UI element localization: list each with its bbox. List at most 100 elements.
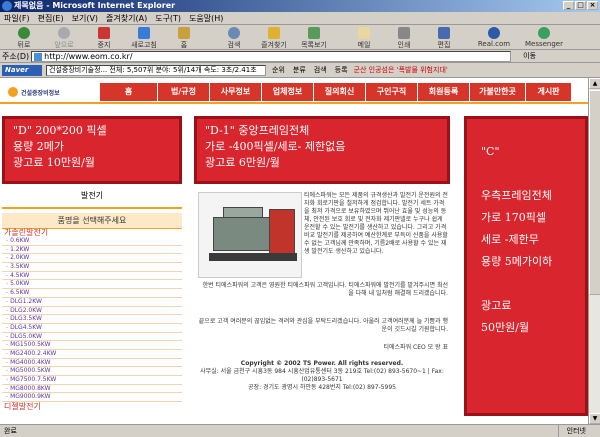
ad-c-line5: 용량 5메가이하 (481, 255, 553, 268)
stop-button[interactable]: 중지 (84, 25, 124, 50)
site-logo[interactable]: 건설중장비정보 (0, 83, 100, 101)
edit-icon (438, 27, 450, 39)
ad-d1-line2: 가로 -400픽셀/세로- 제한없음 (205, 140, 346, 153)
ad-banner-d[interactable]: "D" 200*200 픽셀 용량 2메가 광고료 10만원/월 (2, 116, 182, 184)
list-item[interactable]: - MG8000.8KW (2, 385, 182, 394)
refresh-button[interactable]: 새로고침 (124, 25, 164, 50)
category-parent-diesel[interactable]: 디젤발전기 (2, 402, 182, 411)
nav-home[interactable]: 홈 (100, 83, 158, 101)
list-item-label: 0.6KW (10, 237, 30, 244)
scroll-down-icon[interactable]: ▼ (589, 413, 600, 424)
home-button[interactable]: 홈 (164, 25, 204, 50)
list-item[interactable]: - 6.5KW (2, 289, 182, 298)
list-item[interactable]: - DLG3.5KW (2, 315, 182, 324)
nav-company[interactable]: 업체정보 (262, 83, 314, 101)
list-item[interactable]: - 5.0KW (2, 280, 182, 290)
ad-c-line3: 가로 170픽셀 (481, 211, 546, 224)
generator-base (209, 253, 297, 261)
list-item[interactable]: - MG7500.7.5KW (2, 376, 182, 385)
naver-search-button[interactable]: 검색 (312, 65, 329, 75)
back-button[interactable]: 뒤로 (4, 25, 44, 50)
scroll-up-icon[interactable]: ▲ (589, 78, 600, 89)
intro-paragraph: 티에스파워는 모든 제품의 규격생산과 발전기 운전원의 전자화 회로기판을 철… (304, 192, 448, 255)
register-button[interactable]: 등록 (333, 65, 350, 75)
nav-qna[interactable]: 질의회신 (314, 83, 366, 101)
news-ticker[interactable]: 군산 인공섬은 '폭발물 위험지대' (354, 65, 448, 75)
category-parent[interactable]: 가솔린발전기 (2, 228, 182, 237)
list-item-label: MG9000.9KW (10, 393, 51, 401)
stop-icon (98, 27, 110, 39)
list-item[interactable]: - MG5000.5KW (2, 367, 182, 376)
mail-button[interactable]: 메일 (344, 25, 384, 50)
search-button[interactable]: 검색 (214, 25, 254, 50)
list-item[interactable]: - DLG5.0KW (2, 333, 182, 342)
list-item[interactable]: - DLG4.5KW (2, 324, 182, 333)
logo-mark-icon (8, 87, 18, 97)
search-label: 검색 (227, 41, 241, 49)
list-item[interactable]: - 0.6KW (2, 237, 182, 246)
search-icon (228, 27, 240, 39)
left-panel-title: 발전기 (80, 191, 104, 200)
menu-tools[interactable]: 도구(T) (155, 13, 181, 24)
nav-register[interactable]: 회원등록 (418, 83, 470, 101)
ad-banner-c[interactable]: "C" 우측프레임전체 가로 170픽셀 세로 -제한무 용량 5메가이하 광고… (464, 116, 588, 416)
list-item[interactable]: - DLG2.0KW (2, 307, 182, 316)
list-item[interactable]: - DLG1.2KW (2, 298, 182, 307)
list-item[interactable]: - MG1500.5KW (2, 341, 182, 350)
nav-board[interactable]: 게시판 (526, 83, 572, 101)
list-item[interactable]: - 1.2KW (2, 246, 182, 255)
menu-file[interactable]: 파일(F) (4, 13, 30, 24)
print-button[interactable]: 인쇄 (384, 25, 424, 50)
status-bar: 완료 인터넷 (0, 424, 600, 437)
ad-d-line1: "D" 200*200 픽셀 (13, 124, 107, 137)
category-header: 품명을 선택해주세요 (2, 213, 182, 229)
favorites-label: 즐겨찾기 (261, 41, 287, 49)
menu-view[interactable]: 보기(V) (72, 13, 98, 24)
list-item[interactable]: - 2.0KW (2, 254, 182, 264)
list-item[interactable]: - 4.5KW (2, 272, 182, 281)
list-item-label: 4.5KW (10, 271, 30, 279)
list-item[interactable]: - 3.5KW (2, 263, 182, 272)
ad-d1-line3: 광고료 6만원/월 (205, 156, 280, 169)
list-item[interactable]: - MG2400.2.4KW (2, 350, 182, 359)
maximize-button[interactable]: □ (575, 1, 586, 10)
mail-icon (358, 27, 370, 39)
print-icon (398, 27, 410, 39)
menu-edit[interactable]: 편집(E) (38, 13, 64, 24)
list-item[interactable]: - MG9000.9KW (2, 393, 182, 403)
ad-d1-line1: "D-1" 중앙프레임전체 (205, 124, 310, 137)
ad-banner-d1[interactable]: "D-1" 중앙프레임전체 가로 -400픽셀/세로- 제한없음 광고료 6만원… (194, 116, 450, 184)
naver-ticker[interactable]: 건설중장비기술정... 전체: 5,507위 분야: 5위/14개 속도: 3초… (46, 64, 266, 76)
vertical-scrollbar[interactable]: ▲ ▼ (588, 78, 600, 424)
edit-button[interactable]: 편집 (424, 25, 464, 50)
address-input[interactable]: http://www.eom.co.kr/ (31, 50, 512, 62)
real-button[interactable]: Real.com (470, 25, 518, 50)
rank-button[interactable]: 순위 (270, 65, 287, 75)
nav-places[interactable]: 가불만한곳 (470, 83, 526, 101)
scrollbar-thumb[interactable] (589, 90, 600, 295)
favorites-button[interactable]: 즐겨찾기 (254, 25, 294, 50)
ad-d-line3: 광고료 10만원/월 (13, 156, 95, 169)
mail-label: 메일 (357, 41, 371, 49)
security-zone: 인터넷 (557, 425, 600, 437)
menu-help[interactable]: 도움말(H) (189, 13, 223, 24)
forward-arrow-icon (58, 27, 70, 39)
naver-logo[interactable]: Naver (2, 64, 42, 76)
address-bar: 주소(D) http://www.eom.co.kr/ 이동 (0, 50, 600, 63)
nav-law[interactable]: 법/규정 (158, 83, 210, 101)
category-button[interactable]: 분류 (291, 65, 308, 75)
list-item-label: MG1500.5KW (10, 341, 51, 349)
close-button[interactable]: × (587, 1, 598, 10)
go-button[interactable]: 이동 (513, 51, 536, 61)
nav-jobs[interactable]: 구인구직 (366, 83, 418, 101)
messenger-button[interactable]: Messenger (518, 25, 570, 50)
history-button[interactable]: 목록보기 (294, 25, 334, 50)
list-item[interactable]: - MG4000.4KW (2, 359, 182, 368)
refresh-icon (138, 27, 150, 39)
minimize-button[interactable]: _ (563, 1, 574, 10)
nav-office[interactable]: 사무정보 (210, 83, 262, 101)
ad-c-line7: 50만원/월 (481, 321, 530, 334)
menu-favorites[interactable]: 즐겨찾기(A) (106, 13, 147, 24)
forward-button[interactable]: 앞으로 (44, 25, 84, 50)
window-titlebar[interactable]: 제목없음 - Microsoft Internet Explorer _ □ × (0, 0, 600, 12)
